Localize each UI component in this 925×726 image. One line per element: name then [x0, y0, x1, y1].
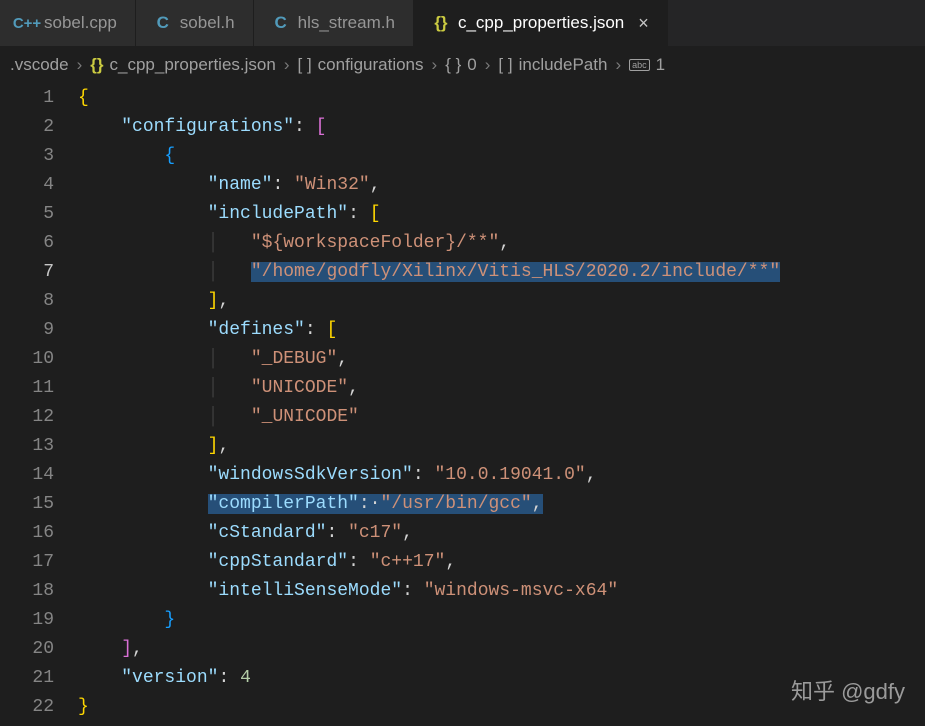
json-file-icon: {}: [90, 55, 103, 75]
line-number: 8: [0, 287, 54, 316]
chevron-right-icon: ›: [430, 55, 440, 75]
editor[interactable]: 1 2 3 4 5 6 7 8 9 10 11 12 13 14 15 16 1…: [0, 84, 925, 722]
line-number: 7: [0, 258, 54, 287]
code-line[interactable]: "name": "Win32",: [78, 171, 925, 200]
chevron-right-icon: ›: [282, 55, 292, 75]
line-number: 1: [0, 84, 54, 113]
code-line[interactable]: "configurations": [: [78, 113, 925, 142]
tab-c-cpp-properties[interactable]: {} c_cpp_properties.json ×: [414, 0, 668, 46]
cpp-file-icon: C++: [18, 14, 36, 32]
code-line[interactable]: {: [78, 142, 925, 171]
c-file-icon: C: [272, 14, 290, 32]
code-line[interactable]: "intelliSenseMode": "windows-msvc-x64": [78, 577, 925, 606]
code-line[interactable]: {: [78, 84, 925, 113]
breadcrumb[interactable]: .vscode › {} c_cpp_properties.json › [ ]…: [0, 46, 925, 84]
c-file-icon: C: [154, 14, 172, 32]
tab-label: sobel.cpp: [44, 13, 117, 33]
code-line[interactable]: "compilerPath":·"/usr/bin/gcc",: [78, 490, 925, 519]
array-icon: [ ]: [298, 55, 312, 75]
code-line[interactable]: │ "${workspaceFolder}/**",: [78, 229, 925, 258]
line-number: 15: [0, 490, 54, 519]
code-line[interactable]: "includePath": [: [78, 200, 925, 229]
chevron-right-icon: ›: [75, 55, 85, 75]
line-number: 9: [0, 316, 54, 345]
code-line[interactable]: │ "_DEBUG",: [78, 345, 925, 374]
tab-hls-stream-h[interactable]: C hls_stream.h: [254, 0, 414, 46]
chevron-right-icon: ›: [483, 55, 493, 75]
line-number: 13: [0, 432, 54, 461]
string-icon: abc: [629, 59, 650, 71]
code-line[interactable]: }: [78, 606, 925, 635]
tab-label: c_cpp_properties.json: [458, 13, 624, 33]
tab-bar: C++ sobel.cpp C sobel.h C hls_stream.h {…: [0, 0, 925, 46]
breadcrumb-key[interactable]: includePath: [519, 55, 608, 75]
tab-label: hls_stream.h: [298, 13, 395, 33]
code-line[interactable]: ],: [78, 432, 925, 461]
object-icon: { }: [445, 55, 461, 75]
code-line[interactable]: "defines": [: [78, 316, 925, 345]
line-number: 18: [0, 577, 54, 606]
breadcrumb-index[interactable]: 1: [656, 55, 665, 75]
line-number-gutter: 1 2 3 4 5 6 7 8 9 10 11 12 13 14 15 16 1…: [0, 84, 78, 722]
line-number: 21: [0, 664, 54, 693]
line-number: 10: [0, 345, 54, 374]
line-number: 12: [0, 403, 54, 432]
array-icon: [ ]: [498, 55, 512, 75]
code-line[interactable]: "cppStandard": "c++17",: [78, 548, 925, 577]
close-icon[interactable]: ×: [638, 13, 649, 34]
code-line[interactable]: "windowsSdkVersion": "10.0.19041.0",: [78, 461, 925, 490]
breadcrumb-file[interactable]: c_cpp_properties.json: [110, 55, 276, 75]
code-line[interactable]: ],: [78, 635, 925, 664]
breadcrumb-key[interactable]: configurations: [318, 55, 424, 75]
tab-sobel-h[interactable]: C sobel.h: [136, 0, 254, 46]
line-number: 3: [0, 142, 54, 171]
line-number: 14: [0, 461, 54, 490]
line-number: 2: [0, 113, 54, 142]
selected-text: "/home/godfly/Xilinx/Vitis_HLS/2020.2/in…: [251, 262, 780, 282]
tab-sobel-cpp[interactable]: C++ sobel.cpp: [0, 0, 136, 46]
code-content[interactable]: { "configurations": [ { "name": "Win32",…: [78, 84, 925, 722]
chevron-right-icon: ›: [613, 55, 623, 75]
line-number: 16: [0, 519, 54, 548]
line-number: 4: [0, 171, 54, 200]
line-number: 5: [0, 200, 54, 229]
code-line[interactable]: │ "UNICODE",: [78, 374, 925, 403]
line-number: 22: [0, 693, 54, 722]
line-number: 6: [0, 229, 54, 258]
line-number: 19: [0, 606, 54, 635]
code-line[interactable]: "cStandard": "c17",: [78, 519, 925, 548]
code-line[interactable]: │ "_UNICODE": [78, 403, 925, 432]
line-number: 20: [0, 635, 54, 664]
line-number: 17: [0, 548, 54, 577]
json-file-icon: {}: [432, 14, 450, 32]
watermark: 知乎 @gdfy: [791, 674, 905, 706]
code-line[interactable]: │ "/home/godfly/Xilinx/Vitis_HLS/2020.2/…: [78, 258, 925, 287]
breadcrumb-folder[interactable]: .vscode: [10, 55, 69, 75]
line-number: 11: [0, 374, 54, 403]
code-line[interactable]: ],: [78, 287, 925, 316]
tab-label: sobel.h: [180, 13, 235, 33]
breadcrumb-index[interactable]: 0: [467, 55, 476, 75]
